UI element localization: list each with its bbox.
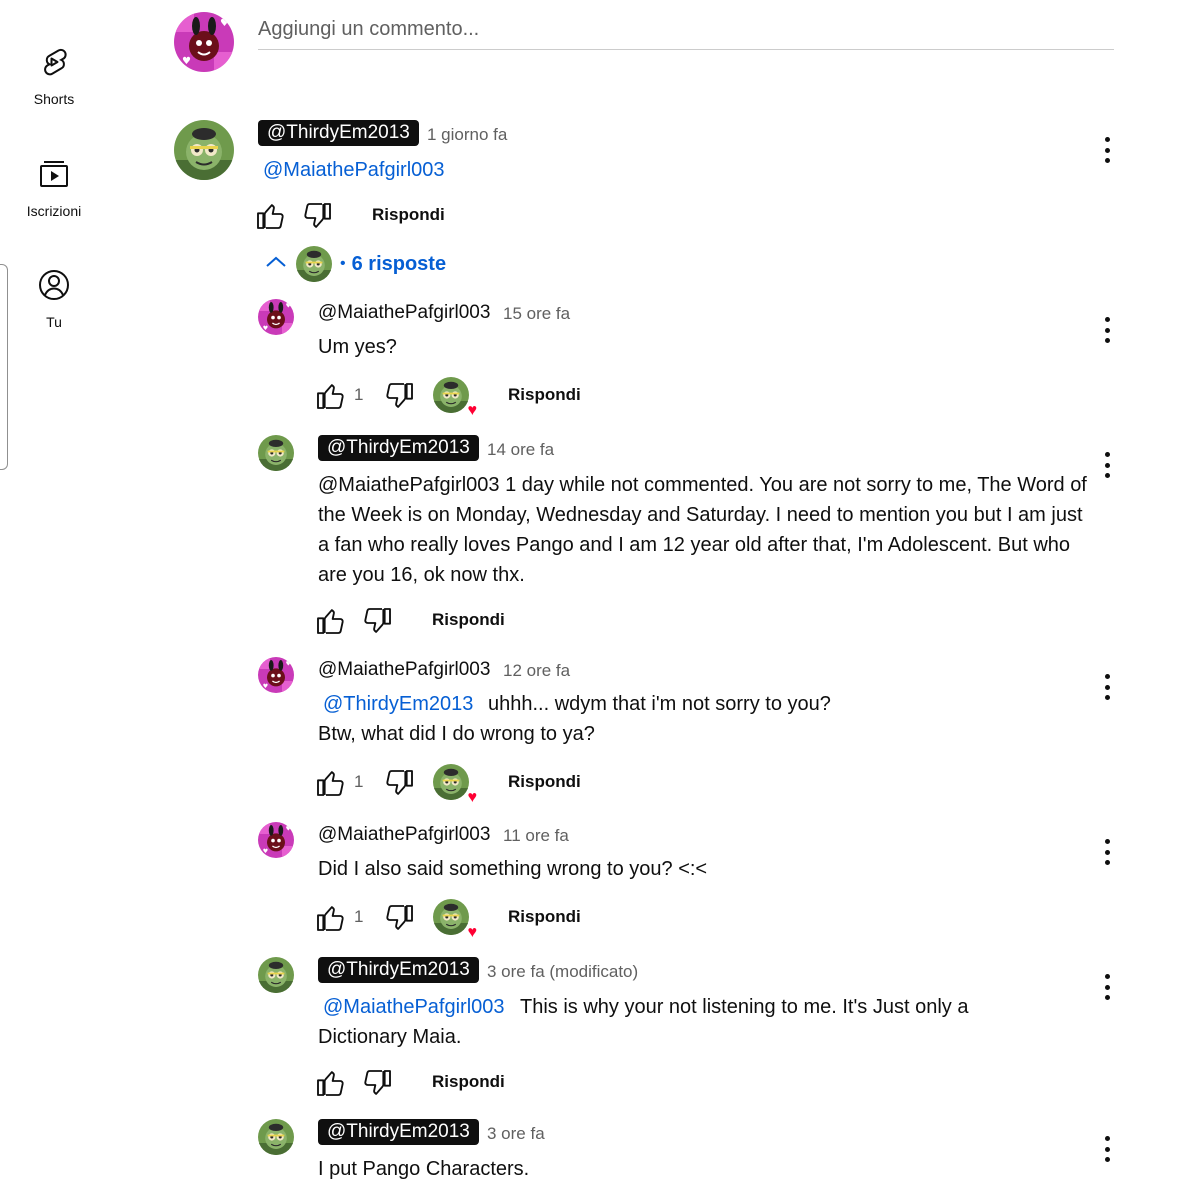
comment-author[interactable]: @ThirdyEm2013: [318, 435, 479, 461]
comment-author[interactable]: @MaiathePafgirl003: [318, 824, 490, 846]
avatar[interactable]: [258, 435, 294, 471]
comment-time[interactable]: 1 giorno fa: [427, 125, 507, 145]
dislike-icon[interactable]: [362, 1067, 394, 1099]
mention-link[interactable]: @ThirdyEm2013: [323, 689, 473, 719]
comment-time[interactable]: 3 ore fa (modificato): [487, 962, 638, 982]
like-icon[interactable]: [314, 902, 346, 934]
comment-text: I put Pango Characters.: [318, 1158, 530, 1180]
creator-heart: ♥: [433, 899, 477, 941]
avatar[interactable]: [174, 120, 234, 180]
reply-button[interactable]: Rispondi: [432, 610, 505, 630]
like-icon[interactable]: [314, 605, 346, 637]
sidebar-item-label: Shorts: [33, 91, 75, 107]
like-count: 1: [354, 385, 364, 404]
avatar: [433, 899, 469, 935]
more-actions-icon[interactable]: [1095, 972, 1119, 1002]
comment-text: @MaiathePafgirl003 1 day while not comme…: [318, 474, 1087, 586]
like-icon[interactable]: [314, 767, 346, 799]
replies-count: 6 risposte: [351, 252, 447, 275]
like-icon[interactable]: [314, 380, 346, 412]
sidebar-item-you[interactable]: Tu: [0, 269, 108, 330]
mention-link[interactable]: @MaiathePafgirl003: [263, 155, 445, 185]
reply-button[interactable]: Rispondi: [508, 772, 581, 792]
comment-author[interactable]: @ThirdyEm2013: [318, 957, 479, 983]
comment-time[interactable]: 15 ore fa: [503, 304, 570, 324]
reply-button[interactable]: Rispondi: [372, 205, 445, 225]
dislike-icon[interactable]: [384, 767, 416, 799]
subscriptions-icon: [38, 158, 70, 195]
comment-author[interactable]: @ThirdyEm2013: [258, 120, 419, 146]
comment-text: Dictionary Maia.: [318, 1026, 462, 1048]
dislike-icon[interactable]: [384, 380, 416, 412]
creator-heart: ♥: [433, 377, 477, 419]
comment-text: uhhh... wdym that i'm not sorry to you?: [488, 693, 831, 715]
comment-author[interactable]: @MaiathePafgirl003: [318, 302, 490, 324]
reply-button[interactable]: Rispondi: [508, 385, 581, 405]
more-actions-icon[interactable]: [1095, 315, 1119, 345]
more-actions-icon[interactable]: [1095, 1134, 1119, 1164]
like-icon[interactable]: [314, 1067, 346, 1099]
comment-time[interactable]: 11 ore fa: [503, 826, 569, 846]
mention-link[interactable]: @MaiathePafgirl003: [323, 992, 505, 1022]
sidebar-item-label: Iscrizioni: [26, 203, 82, 219]
avatar[interactable]: [258, 822, 294, 858]
comment-text: Btw, what did I do wrong to ya?: [318, 723, 595, 745]
separator-dot: •: [340, 255, 346, 272]
like-count: 1: [354, 772, 364, 791]
comment-author[interactable]: @MaiathePafgirl003: [318, 659, 490, 681]
more-actions-icon[interactable]: [1095, 450, 1119, 480]
sidebar-item-label: Tu: [46, 314, 62, 330]
heart-icon: ♥: [467, 924, 478, 941]
avatar: [296, 246, 332, 282]
avatar[interactable]: [174, 12, 234, 72]
chevron-up-icon: [262, 248, 290, 281]
add-comment-input[interactable]: [258, 10, 1114, 50]
comment-text: Um yes?: [318, 336, 397, 358]
more-actions-icon[interactable]: [1095, 672, 1119, 702]
heart-icon: ♥: [467, 789, 478, 806]
like-count: 1: [354, 907, 364, 926]
avatar: [433, 764, 469, 800]
like-icon[interactable]: [254, 200, 286, 232]
avatar[interactable]: [258, 1119, 294, 1155]
sidebar-item-shorts[interactable]: Shorts: [0, 46, 108, 107]
more-actions-icon[interactable]: [1095, 135, 1119, 165]
comment-time[interactable]: 14 ore fa: [487, 440, 554, 460]
dislike-icon[interactable]: [384, 902, 416, 934]
avatar[interactable]: [258, 299, 294, 335]
dislike-icon[interactable]: [362, 605, 394, 637]
reply-button[interactable]: Rispondi: [432, 1072, 505, 1092]
you-icon: [38, 269, 70, 306]
creator-heart: ♥: [433, 764, 477, 806]
comment-time[interactable]: 12 ore fa: [503, 661, 570, 681]
heart-icon: ♥: [467, 402, 478, 419]
avatar: [433, 377, 469, 413]
replies-toggle[interactable]: • 6 risposte: [262, 246, 446, 282]
comment-author[interactable]: @ThirdyEm2013: [318, 1119, 479, 1145]
comment-text: Did I also said something wrong to you? …: [318, 858, 708, 880]
more-actions-icon[interactable]: [1095, 837, 1119, 867]
avatar[interactable]: [258, 657, 294, 693]
comment-text: This is why your not listening to me. It…: [520, 996, 969, 1018]
comment-time[interactable]: 3 ore fa: [487, 1124, 545, 1144]
dislike-icon[interactable]: [302, 200, 334, 232]
reply-button[interactable]: Rispondi: [508, 907, 581, 927]
shorts-icon: [38, 46, 70, 83]
sidebar-scrollbar[interactable]: [0, 264, 8, 470]
sidebar: Shorts Iscrizioni Tu: [0, 0, 108, 1200]
avatar[interactable]: [258, 957, 294, 993]
sidebar-item-subscriptions[interactable]: Iscrizioni: [0, 158, 108, 219]
